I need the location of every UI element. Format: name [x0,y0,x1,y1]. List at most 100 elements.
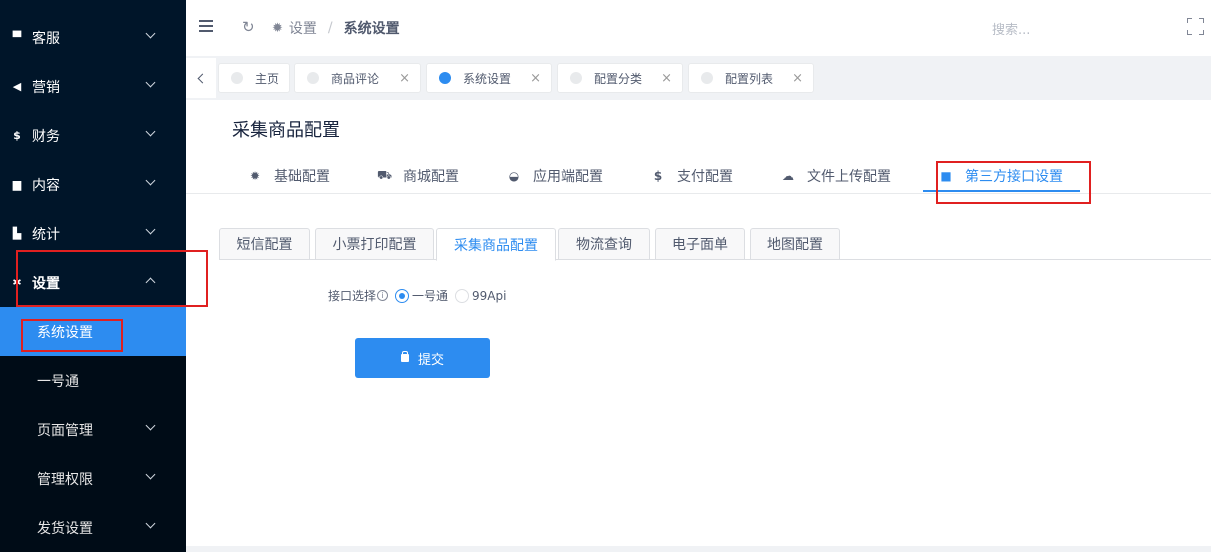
radio-label-yihaotong[interactable]: 一号通 [412,287,448,304]
sidebar-item-label: 营销 [32,79,60,96]
sidebar-item-label: 客服 [32,30,60,47]
chevron-down-icon [145,126,156,137]
chat-icon: ▀ [12,31,22,44]
close-icon[interactable]: × [792,71,803,86]
chevron-down-icon [145,420,156,431]
sidebar-item-label: 统计 [32,226,60,243]
tab-status-dot [570,72,582,84]
chevron-down-icon [145,224,156,235]
dollar-icon: $ [13,129,21,142]
info-icon[interactable]: i [377,290,389,301]
tab-e-waybill[interactable]: 电子面单 [655,228,745,260]
sidebar-subitem-label: 系统设置 [37,324,93,341]
tab-app-config[interactable]: ◒ 应用端配置 [507,158,603,194]
sidebar-item-label: 内容 [32,177,60,194]
breadcrumb-item-current: 系统设置 [343,21,400,37]
tab-upload-config[interactable]: ☁ 文件上传配置 [781,158,891,194]
sidebar-subitem-yihaotong[interactable]: 一号通 [0,356,186,405]
sidebar-subitem-page-management[interactable]: 页面管理 [0,405,186,454]
book-icon: ▆ [12,178,22,191]
tab-status-dot [307,72,319,84]
sidebar-item-settings[interactable]: ✱ 设置 [0,258,186,307]
sidebar-item-marketing[interactable]: ◀ 营销 [0,62,186,111]
radio-99api[interactable] [455,288,470,303]
tab-product-collect-config[interactable]: 采集商品配置 [436,228,556,261]
search-input[interactable]: 搜索... [992,19,1030,38]
close-icon[interactable]: × [661,71,672,86]
refresh-icon[interactable]: ↻ [242,18,255,36]
chevron-down-icon [145,518,156,529]
tab-label: 应用端配置 [533,169,603,185]
page-tab-label: 主页 [255,71,280,86]
tab-label: 短信配置 [236,237,293,253]
tab-label: 小票打印配置 [332,237,417,253]
sidebar-item-content[interactable]: ▆ 内容 [0,160,186,209]
chevron-up-icon [145,277,156,288]
chevron-down-icon [145,175,156,186]
page-tab-label: 配置列表 [725,71,774,86]
tab-sms-config[interactable]: 短信配置 [219,228,310,260]
tab-status-dot [439,72,451,84]
page-tabs-bar: 主页 商品评论 × 系统设置 × 配置分类 × 配置列表 × [186,58,1211,98]
dollar-icon: $ [653,169,663,183]
tab-label: 基础配置 [274,169,330,185]
tab-label: 支付配置 [677,169,733,185]
tabs-scroll-left-icon[interactable] [186,58,216,98]
breadcrumb: ✹ 设置 / 系统设置 [272,18,400,38]
sidebar-subitem-permissions[interactable]: 管理权限 [0,454,186,503]
sidebar-item-finance[interactable]: $ 财务 [0,111,186,160]
breadcrumb-item-settings[interactable]: 设置 [289,18,317,38]
sidebar-item-label: 设置 [32,275,60,292]
page-tab-config-list[interactable]: 配置列表 × [688,63,814,93]
page-tab-product-reviews[interactable]: 商品评论 × [294,63,421,93]
chevron-down-icon [145,77,156,88]
sidebar-subitem-label: 管理权限 [37,471,93,488]
tab-third-party-config[interactable]: ■ 第三方接口设置 [939,158,1063,194]
tab-label: 文件上传配置 [807,169,891,185]
tab-label: 采集商品配置 [454,237,538,254]
page-tab-config-categories[interactable]: 配置分类 × [557,63,683,93]
app-icon: ◒ [508,169,520,183]
tab-status-dot [701,72,713,84]
radio-label-99api[interactable]: 99Api [472,289,506,303]
sidebar-item-customer-service[interactable]: ▀ 客服 [0,13,186,62]
active-tab-indicator [923,190,1080,192]
gear-icon: ✹ [249,169,261,183]
tab-map-config[interactable]: 地图配置 [750,228,840,260]
radio-yihaotong[interactable] [395,288,410,303]
tab-receipt-print-config[interactable]: 小票打印配置 [315,228,434,260]
tab-mall-config[interactable]: ⛟ 商城配置 [377,158,459,194]
sidebar-subitem-shipping[interactable]: 发货设置 [0,503,186,552]
api-select-form-item: 接口选择 i 一号通 99Api [328,287,506,304]
sub-tabs: 短信配置 小票打印配置 采集商品配置 物流查询 电子面单 地图配置 [219,228,1211,261]
tab-label: 第三方接口设置 [965,169,1063,185]
sidebar-item-label: 财务 [32,128,60,145]
page-tab-system-settings[interactable]: 系统设置 × [426,63,552,93]
tab-status-dot [231,72,243,84]
briefcase-icon: ■ [940,169,952,183]
tab-label: 商城配置 [403,169,459,185]
sidebar-subitem-label: 发货设置 [37,520,93,537]
config-tabs: ✹ 基础配置 ⛟ 商城配置 ◒ 应用端配置 $ 支付配置 ☁ 文件上传配置 ■ … [186,158,1211,194]
chevron-down-icon [145,28,156,39]
api-select-label: 接口选择 [328,289,377,303]
submit-button[interactable]: 提交 [355,338,490,378]
page-title: 采集商品配置 [232,120,340,141]
tab-logistics-query[interactable]: 物流查询 [558,228,650,260]
page-tab-label: 系统设置 [463,71,512,86]
sidebar-subitem-system-settings[interactable]: 系统设置 [0,307,186,356]
page-tab-label: 商品评论 [331,71,380,86]
gear-icon: ✹ [272,20,283,36]
tab-label: 物流查询 [576,237,632,253]
tab-payment-config[interactable]: $ 支付配置 [651,158,733,194]
fullscreen-icon[interactable] [1187,18,1204,35]
sidebar: ▀ 客服 ◀ 营销 $ 财务 ▆ 内容 ▙ 统计 ✱ 设置 系统设置 一号通 页… [0,0,186,552]
close-icon[interactable]: × [399,71,410,86]
tab-basic-config[interactable]: ✹ 基础配置 [248,158,330,194]
menu-toggle-icon[interactable] [199,20,213,32]
sidebar-subitem-label: 一号通 [37,373,79,390]
page-tab-home[interactable]: 主页 [218,63,290,93]
sidebar-item-statistics[interactable]: ▙ 统计 [0,209,186,258]
close-icon[interactable]: × [530,71,541,86]
top-header: ↻ ✹ 设置 / 系统设置 搜索... [186,0,1211,56]
